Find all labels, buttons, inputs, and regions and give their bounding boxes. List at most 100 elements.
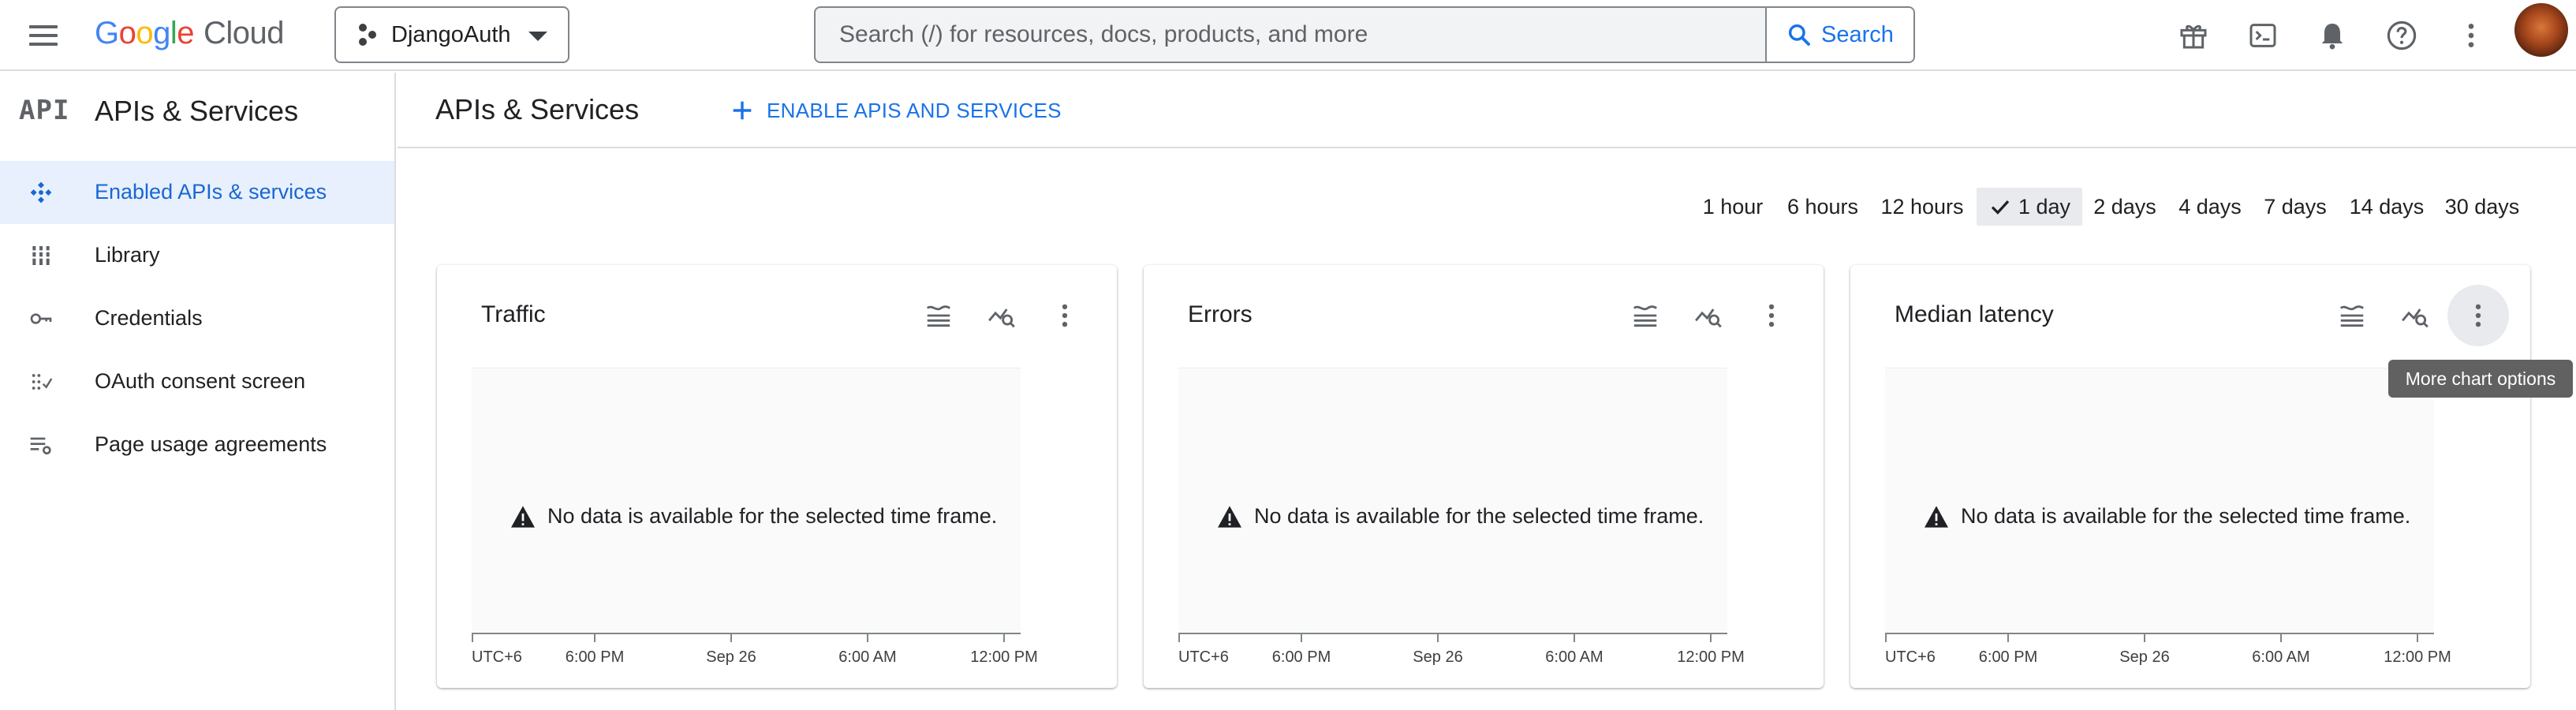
x-tick-label: 12:00 PM bbox=[2384, 648, 2451, 666]
chart-title: Median latency bbox=[1895, 301, 2054, 327]
x-tick-label: 6:00 AM bbox=[838, 648, 897, 666]
search-bar: Search bbox=[814, 6, 1915, 63]
legend-toggle-icon[interactable] bbox=[2333, 297, 2371, 334]
chart-title: Errors bbox=[1188, 301, 1253, 327]
x-tick-label: 12:00 PM bbox=[1677, 648, 1745, 666]
chart-title: Traffic bbox=[481, 301, 546, 327]
x-tick bbox=[1574, 634, 1575, 642]
page-settings-icon bbox=[30, 437, 51, 454]
account-avatar[interactable] bbox=[2514, 3, 2568, 57]
legend-toggle-icon[interactable] bbox=[920, 297, 958, 334]
range-7-days[interactable]: 7 days bbox=[2259, 188, 2331, 226]
search-button[interactable]: Search bbox=[1765, 8, 1913, 62]
more-vert-icon[interactable] bbox=[1046, 297, 1084, 334]
sidebar: API APIs & Services Enabled APIs & servi… bbox=[0, 73, 396, 710]
warning-icon bbox=[1218, 505, 1241, 528]
x-tick-label: 6:00 AM bbox=[1545, 648, 1603, 666]
more-vert-icon[interactable] bbox=[1753, 297, 1790, 334]
page-header: APIs & Services ENABLE APIS AND SERVICES bbox=[398, 73, 2576, 148]
x-tick bbox=[2417, 634, 2418, 642]
warning-icon bbox=[1925, 505, 1948, 528]
sidebar-header: API APIs & Services bbox=[0, 73, 394, 148]
oauth-consent-icon bbox=[32, 374, 53, 390]
explore-chart-icon[interactable] bbox=[2396, 297, 2434, 334]
range-30-days[interactable]: 30 days bbox=[2440, 188, 2524, 226]
x-tick bbox=[1710, 634, 1712, 642]
range-12-hours[interactable]: 12 hours bbox=[1874, 188, 1970, 226]
chart-card-traffic: Traffic No data is available for the sel… bbox=[437, 265, 1117, 688]
range-2-days[interactable]: 2 days bbox=[2089, 188, 2161, 226]
range-4-days[interactable]: 4 days bbox=[2174, 188, 2246, 226]
range-1-day[interactable]: 1 day bbox=[1977, 188, 2082, 226]
x-tick-label: UTC+6 bbox=[1885, 648, 1936, 666]
plus-icon bbox=[733, 101, 752, 120]
x-tick bbox=[1437, 634, 1439, 642]
more-vert-icon[interactable] bbox=[2453, 17, 2489, 54]
x-tick bbox=[730, 634, 732, 642]
help-icon[interactable] bbox=[2384, 17, 2420, 54]
x-tick-label: 12:00 PM bbox=[970, 648, 1038, 666]
search-button-label: Search bbox=[1821, 21, 1894, 47]
sidebar-title: APIs & Services bbox=[95, 95, 299, 127]
no-data-message: No data is available for the selected ti… bbox=[510, 504, 997, 529]
x-tick bbox=[867, 634, 868, 642]
search-icon bbox=[1788, 24, 1810, 46]
range-14-days[interactable]: 14 days bbox=[2344, 188, 2429, 226]
enable-apis-label: ENABLE APIS AND SERVICES bbox=[767, 98, 1062, 122]
x-tick bbox=[2007, 634, 2009, 642]
x-tick-label: UTC+6 bbox=[1178, 648, 1229, 666]
x-tick-label: Sep 26 bbox=[706, 648, 756, 666]
project-name: DjangoAuth bbox=[391, 21, 511, 47]
project-picker-button[interactable]: DjangoAuth bbox=[334, 6, 569, 63]
main-menu-icon[interactable] bbox=[27, 19, 60, 52]
x-tick-label: Sep 26 bbox=[2119, 648, 2170, 666]
more-chart-options-icon[interactable] bbox=[2447, 285, 2509, 346]
sidebar-item-credentials[interactable]: Credentials bbox=[0, 287, 394, 350]
chart-card-median-latency: Median latency No data is available for … bbox=[1850, 265, 2530, 688]
sidebar-item-oauth-consent[interactable]: OAuth consent screen bbox=[0, 350, 394, 413]
x-tick bbox=[472, 634, 473, 642]
explore-chart-icon[interactable] bbox=[983, 297, 1021, 334]
range-1-hour[interactable]: 1 hour bbox=[1694, 188, 1771, 226]
x-tick-label: UTC+6 bbox=[472, 648, 522, 666]
gift-icon[interactable] bbox=[2175, 17, 2212, 54]
search-input[interactable] bbox=[816, 8, 1767, 62]
range-6-hours[interactable]: 6 hours bbox=[1779, 188, 1866, 226]
sidebar-item-enabled-apis[interactable]: Enabled APIs & services bbox=[0, 161, 394, 224]
explore-chart-icon[interactable] bbox=[1689, 297, 1727, 334]
x-tick bbox=[594, 634, 595, 642]
chart-plot-area: No data is available for the selected ti… bbox=[1178, 368, 1727, 634]
no-data-message: No data is available for the selected ti… bbox=[1923, 504, 2410, 529]
check-icon bbox=[1991, 200, 2010, 215]
google-cloud-logo[interactable]: Go o g l e Cloud bbox=[95, 16, 285, 54]
x-tick bbox=[2280, 634, 2282, 642]
x-tick-label: Sep 26 bbox=[1413, 648, 1463, 666]
notifications-icon[interactable] bbox=[2314, 17, 2350, 54]
x-tick-label: 6:00 PM bbox=[1271, 648, 1331, 666]
x-tick bbox=[2144, 634, 2145, 642]
tooltip: More chart options bbox=[2388, 360, 2573, 398]
top-bar: Go o g l e Cloud DjangoAuth Search bbox=[0, 0, 2576, 71]
enable-apis-button[interactable]: ENABLE APIS AND SERVICES bbox=[729, 90, 1062, 131]
x-tick-label: 6:00 PM bbox=[565, 648, 625, 666]
chart-card-errors: Errors No data is available for the sele… bbox=[1144, 265, 1824, 688]
x-tick bbox=[1301, 634, 1302, 642]
api-logo-icon: API bbox=[19, 95, 70, 126]
cloud-shell-icon[interactable] bbox=[2245, 17, 2281, 54]
library-icon bbox=[32, 246, 50, 265]
x-tick bbox=[1003, 634, 1005, 642]
legend-toggle-icon[interactable] bbox=[1626, 297, 1664, 334]
chart-plot-area: No data is available for the selected ti… bbox=[472, 368, 1021, 634]
sidebar-item-library[interactable]: Library bbox=[0, 224, 394, 287]
key-icon bbox=[30, 313, 52, 324]
x-tick bbox=[1178, 634, 1180, 642]
chevron-down-icon bbox=[528, 32, 547, 41]
x-tick-label: 6:00 AM bbox=[2252, 648, 2310, 666]
x-tick bbox=[1885, 634, 1887, 642]
sidebar-item-page-usage[interactable]: Page usage agreements bbox=[0, 413, 394, 476]
tooltip-text: More chart options bbox=[2405, 368, 2556, 389]
warning-icon bbox=[511, 505, 535, 528]
no-data-message: No data is available for the selected ti… bbox=[1216, 504, 1704, 529]
page-title: APIs & Services bbox=[435, 93, 640, 125]
chart-plot-area: No data is available for the selected ti… bbox=[1885, 368, 2434, 634]
